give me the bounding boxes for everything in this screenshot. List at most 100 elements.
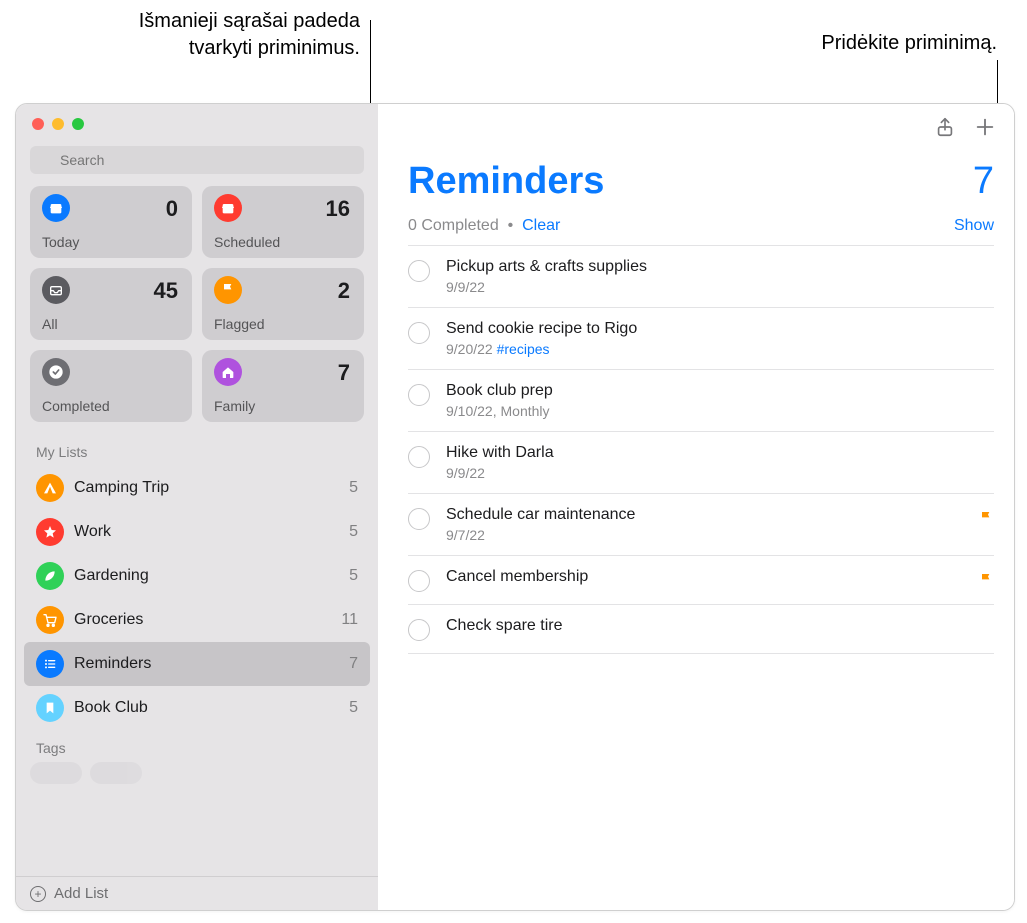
- reminder-meta: 9/10/22, Monthly: [446, 403, 994, 419]
- show-button[interactable]: Show: [954, 217, 994, 235]
- minimize-button[interactable]: [52, 118, 64, 130]
- list-item-camping-trip[interactable]: Camping Trip 5: [24, 466, 370, 510]
- list-label: Groceries: [74, 611, 331, 629]
- add-reminder-button[interactable]: [974, 116, 996, 138]
- list-label: Book Club: [74, 699, 339, 717]
- smart-count: 16: [326, 196, 350, 222]
- smart-card-today[interactable]: 0 Today: [30, 186, 192, 258]
- list-count: 5: [349, 699, 358, 717]
- smart-card-all[interactable]: 45 All: [30, 268, 192, 340]
- reminder-row[interactable]: Book club prep 9/10/22, Monthly: [408, 369, 994, 431]
- flag-icon: [978, 510, 994, 526]
- reminder-row[interactable]: Pickup arts & crafts supplies 9/9/22: [408, 245, 994, 307]
- tray-icon: [42, 276, 70, 304]
- reminder-title: Pickup arts & crafts supplies: [446, 258, 994, 276]
- completed-label: 0 Completed: [408, 217, 499, 234]
- page-title: Reminders: [408, 160, 604, 203]
- toolbar: [378, 104, 1014, 150]
- reminder-checkbox[interactable]: [408, 619, 430, 641]
- list-item-groceries[interactable]: Groceries 11: [24, 598, 370, 642]
- star-icon: [36, 518, 64, 546]
- reminder-row[interactable]: Hike with Darla 9/9/22: [408, 431, 994, 493]
- list-label: Reminders: [74, 655, 339, 673]
- share-button[interactable]: [934, 116, 956, 138]
- add-list-label: Add List: [54, 885, 108, 902]
- reminder-row[interactable]: Cancel membership: [408, 555, 994, 604]
- list-item-gardening[interactable]: Gardening 5: [24, 554, 370, 598]
- reminder-meta: 9/7/22: [446, 527, 962, 543]
- close-button[interactable]: [32, 118, 44, 130]
- reminder-title: Hike with Darla: [446, 444, 994, 462]
- reminder-meta: 9/20/22 #recipes: [446, 341, 994, 357]
- page-count: 7: [973, 160, 994, 203]
- list-item-work[interactable]: Work 5: [24, 510, 370, 554]
- add-list-button[interactable]: + Add List: [16, 876, 378, 910]
- callout-add-reminder: Pridėkite priminimą.: [821, 30, 997, 57]
- window-controls: [16, 104, 378, 140]
- callout-smart-lists: Išmanieji sąrašai padeda tvarkyti primin…: [70, 8, 360, 62]
- reminder-checkbox[interactable]: [408, 384, 430, 406]
- section-header-my-lists: My Lists: [16, 434, 378, 466]
- smart-label: Scheduled: [214, 234, 280, 250]
- smart-label: Today: [42, 234, 79, 250]
- reminder-title: Check spare tire: [446, 617, 994, 635]
- list-count: 11: [341, 611, 358, 629]
- smart-card-flagged[interactable]: 2 Flagged: [202, 268, 364, 340]
- list-count: 5: [349, 523, 358, 541]
- tags-row: [16, 762, 378, 792]
- check-icon: [42, 358, 70, 386]
- list-label: Gardening: [74, 567, 339, 585]
- reminder-meta: 9/9/22: [446, 279, 994, 295]
- section-header-tags: Tags: [16, 730, 378, 762]
- list-item-reminders[interactable]: Reminders 7: [24, 642, 370, 686]
- smart-label: Completed: [42, 398, 110, 414]
- list-item-book-club[interactable]: Book Club 5: [24, 686, 370, 730]
- maximize-button[interactable]: [72, 118, 84, 130]
- list-label: Work: [74, 523, 339, 541]
- list-label: Camping Trip: [74, 479, 339, 497]
- smart-lists-grid: 0 Today 16 Scheduled 45 All 2 Flagged Co…: [16, 186, 378, 434]
- reminder-row[interactable]: Schedule car maintenance 9/7/22: [408, 493, 994, 555]
- list-count: 5: [349, 479, 358, 497]
- cart-icon: [36, 606, 64, 634]
- reminder-row[interactable]: Check spare tire: [408, 604, 994, 654]
- reminder-title: Schedule car maintenance: [446, 506, 962, 524]
- reminder-checkbox[interactable]: [408, 570, 430, 592]
- flag-icon: [214, 276, 242, 304]
- plus-circle-icon: +: [30, 886, 46, 902]
- reminder-checkbox[interactable]: [408, 508, 430, 530]
- leaf-icon: [36, 562, 64, 590]
- smart-count: 7: [338, 360, 350, 386]
- callout-line: [997, 60, 998, 106]
- search-input[interactable]: [30, 146, 364, 174]
- list-count: 7: [349, 655, 358, 673]
- reminders-list: Pickup arts & crafts supplies 9/9/22 Sen…: [408, 245, 994, 654]
- calendar-icon: [214, 194, 242, 222]
- clear-button[interactable]: Clear: [522, 217, 560, 234]
- my-lists: Camping Trip 5 Work 5 Gardening 5 Grocer…: [16, 466, 378, 730]
- reminder-checkbox[interactable]: [408, 260, 430, 282]
- sidebar: 0 Today 16 Scheduled 45 All 2 Flagged Co…: [16, 104, 378, 910]
- reminder-checkbox[interactable]: [408, 446, 430, 468]
- main-panel: Reminders 7 0 Completed • Clear Show Pic…: [378, 104, 1014, 910]
- reminder-tag[interactable]: #recipes: [497, 341, 550, 357]
- smart-label: All: [42, 316, 58, 332]
- reminder-meta: 9/9/22: [446, 465, 994, 481]
- reminder-row[interactable]: Send cookie recipe to Rigo 9/20/22 #reci…: [408, 307, 994, 369]
- smart-card-completed[interactable]: Completed: [30, 350, 192, 422]
- bookmark-icon: [36, 694, 64, 722]
- reminder-title: Book club prep: [446, 382, 994, 400]
- tent-icon: [36, 474, 64, 502]
- smart-card-family[interactable]: 7 Family: [202, 350, 364, 422]
- reminder-title: Cancel membership: [446, 568, 962, 586]
- smart-count: 0: [166, 196, 178, 222]
- reminder-checkbox[interactable]: [408, 322, 430, 344]
- house-icon: [214, 358, 242, 386]
- smart-count: 45: [154, 278, 178, 304]
- reminder-title: Send cookie recipe to Rigo: [446, 320, 994, 338]
- tag-chip[interactable]: [90, 762, 142, 784]
- tag-chip[interactable]: [30, 762, 82, 784]
- completed-row: 0 Completed • Clear: [408, 217, 560, 235]
- smart-count: 2: [338, 278, 350, 304]
- smart-card-scheduled[interactable]: 16 Scheduled: [202, 186, 364, 258]
